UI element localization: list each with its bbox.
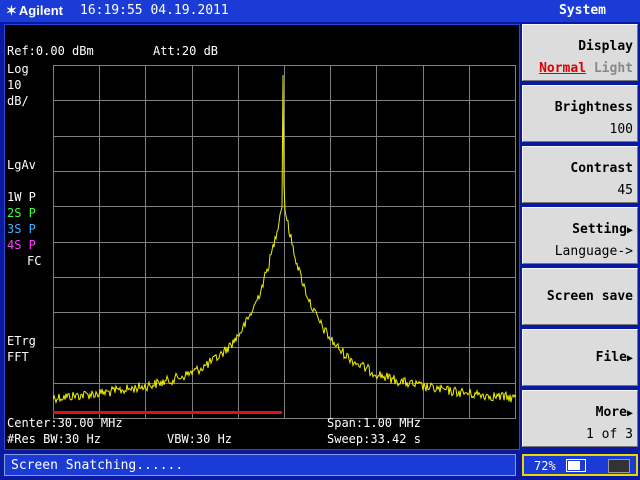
display-option-light[interactable]: Light (594, 61, 633, 76)
coupling-indicator: FC (27, 254, 42, 268)
brightness-softkey[interactable]: Brightness 100 (522, 85, 638, 142)
trace4-status: 4S P (7, 238, 36, 252)
spectrum-grid (53, 65, 516, 419)
date-time: 16:19:55 04.19.2011 (80, 3, 229, 18)
file-softkey[interactable]: File▶ (522, 329, 638, 386)
scale-type: Log (7, 62, 29, 76)
trace3-status: 3S P (7, 222, 36, 236)
graticule (53, 65, 516, 419)
trace2-status: 2S P (7, 206, 36, 220)
setting-label: Setting (572, 222, 627, 237)
file-label: File (595, 350, 627, 365)
frequency-span: Span:1.00 MHz (327, 416, 421, 430)
trace1-status: 1W P (7, 190, 36, 204)
display-option-normal[interactable]: Normal (539, 61, 586, 76)
video-bandwidth: VBW:30 Hz (167, 432, 233, 446)
title-bar: ✶ Agilent 16:19:55 04.19.2011 System (0, 0, 640, 22)
agilent-spark-icon: ✶ (6, 3, 17, 18)
submenu-arrow-icon: ▶ (626, 225, 633, 236)
status-message: Screen Snatching...... (11, 458, 184, 473)
display-softkey[interactable]: Display Normal Light (522, 24, 638, 81)
battery-status: 72% (522, 454, 638, 476)
battery-level-fill (568, 461, 580, 470)
contrast-softkey[interactable]: Contrast 45 (522, 146, 638, 203)
sweep-progress-bar (53, 411, 282, 414)
resolution-bandwidth: #Res BW:30 Hz (7, 432, 101, 446)
status-bar: Screen Snatching...... (4, 454, 516, 476)
brand-name: Agilent (18, 3, 63, 18)
fft-mode-indicator: FFT (7, 350, 29, 364)
center-frequency: Center:30.00 MHz (7, 416, 123, 430)
screen-save-softkey[interactable]: Screen save (522, 268, 638, 325)
scale-value: 10 (7, 78, 22, 92)
more-label: More (595, 405, 627, 420)
usb-drive-icon (608, 459, 630, 473)
sweep-time: Sweep:33.42 s (327, 432, 421, 446)
battery-icon (566, 459, 586, 472)
submenu-arrow-icon: ▶ (626, 353, 633, 364)
setting-softkey[interactable]: Setting▶ Language-> (522, 207, 638, 264)
screen-save-label: Screen save (546, 289, 633, 304)
trigger-indicator: ETrg (7, 334, 36, 348)
reference-level: Ref:0.00 dBm (7, 44, 94, 58)
attenuation: Att:20 dB (153, 44, 219, 58)
contrast-value: 45 (617, 183, 633, 198)
scale-unit: dB/ (7, 94, 29, 108)
submenu-arrow-icon: ▶ (626, 408, 633, 419)
spectrum-display: Ref:0.00 dBm Att:20 dB Log 10 dB/ LgAv 1… (4, 24, 520, 450)
page-indicator: 1 of 3 (586, 427, 633, 442)
display-label: Display (578, 39, 633, 54)
display-options: Normal Light (539, 61, 633, 76)
language-value: Language-> (554, 244, 633, 259)
brand-logo: ✶ Agilent (6, 3, 63, 19)
brightness-label: Brightness (554, 100, 633, 115)
menu-title: System (559, 3, 606, 18)
detector-type: LgAv (7, 158, 36, 172)
brightness-value: 100 (609, 122, 633, 137)
contrast-label: Contrast (570, 161, 633, 176)
battery-percent: 72% (534, 459, 556, 473)
more-softkey[interactable]: More▶ 1 of 3 (522, 390, 638, 447)
